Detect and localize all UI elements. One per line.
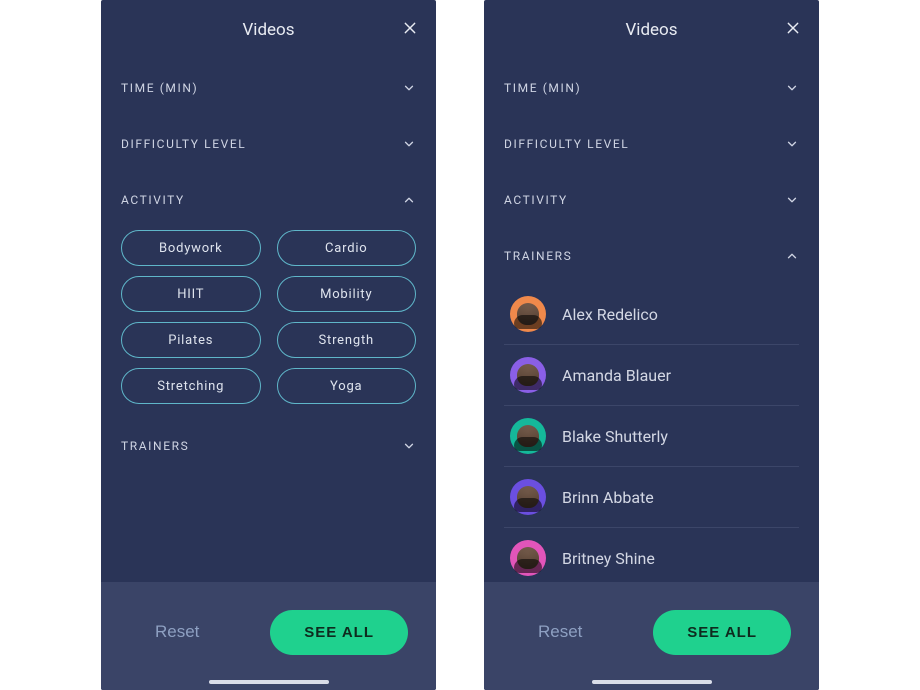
reset-label: Reset <box>538 622 582 641</box>
page-title: Videos <box>625 20 677 40</box>
avatar <box>510 540 546 576</box>
filter-list: TIME (MIN) DIFFICULTY LEVEL ACTIVITY <box>484 60 819 582</box>
chevron-up-icon <box>785 249 799 263</box>
page-title: Videos <box>242 20 294 40</box>
reset-button[interactable]: Reset <box>512 610 608 654</box>
chevron-down-icon <box>402 137 416 151</box>
chip-label: Yoga <box>330 379 362 394</box>
filter-section-time: TIME (MIN) <box>504 60 799 116</box>
chevron-down-icon <box>402 81 416 95</box>
header: Videos <box>484 0 819 60</box>
filter-section-activity: ACTIVITY <box>504 172 799 228</box>
chevron-down-icon <box>785 81 799 95</box>
filter-section-time: TIME (MIN) <box>121 60 416 116</box>
trainer-list: Alex Redelico Amanda Blauer Blake Shutte… <box>504 284 799 582</box>
activity-chip-cardio[interactable]: Cardio <box>277 230 417 266</box>
filter-toggle-time[interactable]: TIME (MIN) <box>504 60 799 116</box>
filter-section-difficulty: DIFFICULTY LEVEL <box>504 116 799 172</box>
filter-toggle-difficulty[interactable]: DIFFICULTY LEVEL <box>121 116 416 172</box>
filter-label: ACTIVITY <box>504 193 568 207</box>
filter-toggle-difficulty[interactable]: DIFFICULTY LEVEL <box>504 116 799 172</box>
chevron-down-icon <box>785 193 799 207</box>
filter-label: TRAINERS <box>121 439 189 453</box>
activity-chip-pilates[interactable]: Pilates <box>121 322 261 358</box>
trainer-item[interactable]: Brinn Abbate <box>504 467 799 528</box>
home-indicator <box>209 680 329 684</box>
reset-button[interactable]: Reset <box>129 610 225 654</box>
filter-toggle-activity[interactable]: ACTIVITY <box>504 172 799 228</box>
activity-chip-stretching[interactable]: Stretching <box>121 368 261 404</box>
filter-panel-activity-expanded: Videos TIME (MIN) <box>101 0 436 690</box>
trainer-name: Britney Shine <box>562 549 655 568</box>
header: Videos <box>101 0 436 60</box>
chip-label: Pilates <box>168 333 213 348</box>
activity-chip-yoga[interactable]: Yoga <box>277 368 417 404</box>
trainer-name: Alex Redelico <box>562 305 658 324</box>
see-all-button[interactable]: SEE ALL <box>653 610 791 655</box>
avatar <box>510 418 546 454</box>
filter-section-activity: ACTIVITY Bodywork Cardio HIIT Mobility P… <box>121 172 416 418</box>
filter-toggle-time[interactable]: TIME (MIN) <box>121 60 416 116</box>
filter-label: TRAINERS <box>504 249 572 263</box>
trainer-item[interactable]: Alex Redelico <box>504 284 799 345</box>
activity-chip-mobility[interactable]: Mobility <box>277 276 417 312</box>
home-indicator <box>592 680 712 684</box>
filter-list: TIME (MIN) DIFFICULTY LEVEL ACTIVITY <box>101 60 436 582</box>
filter-label: TIME (MIN) <box>504 81 581 95</box>
filter-panel-trainers-expanded: Videos TIME (MIN) <box>484 0 819 690</box>
chip-label: Bodywork <box>159 241 223 256</box>
see-all-label: SEE ALL <box>687 624 757 641</box>
close-icon <box>785 20 801 40</box>
activity-chip-strength[interactable]: Strength <box>277 322 417 358</box>
activity-chip-bodywork[interactable]: Bodywork <box>121 230 261 266</box>
filter-label: TIME (MIN) <box>121 81 198 95</box>
filter-toggle-trainers[interactable]: TRAINERS <box>121 418 416 474</box>
avatar <box>510 296 546 332</box>
chevron-up-icon <box>402 193 416 207</box>
chevron-down-icon <box>402 439 416 453</box>
trainer-item[interactable]: Amanda Blauer <box>504 345 799 406</box>
filter-label: DIFFICULTY LEVEL <box>121 137 246 151</box>
close-icon <box>402 20 418 40</box>
chip-label: Stretching <box>157 379 224 394</box>
trainer-item[interactable]: Blake Shutterly <box>504 406 799 467</box>
see-all-label: SEE ALL <box>304 624 374 641</box>
activity-chip-grid: Bodywork Cardio HIIT Mobility Pilates St… <box>121 228 416 418</box>
filter-toggle-trainers[interactable]: TRAINERS <box>504 228 799 284</box>
footer: Reset SEE ALL <box>101 582 436 690</box>
activity-chip-hiit[interactable]: HIIT <box>121 276 261 312</box>
trainer-name: Brinn Abbate <box>562 488 654 507</box>
filter-label: DIFFICULTY LEVEL <box>504 137 629 151</box>
chip-label: Mobility <box>320 287 372 302</box>
filter-label: ACTIVITY <box>121 193 185 207</box>
chip-label: Cardio <box>325 241 368 256</box>
close-button[interactable] <box>400 20 420 40</box>
filter-section-trainers: TRAINERS Alex Redelico Amanda Blauer <box>504 228 799 582</box>
chevron-down-icon <box>785 137 799 151</box>
see-all-button[interactable]: SEE ALL <box>270 610 408 655</box>
filter-section-trainers: TRAINERS <box>121 418 416 474</box>
avatar <box>510 357 546 393</box>
trainer-name: Blake Shutterly <box>562 427 668 446</box>
avatar <box>510 479 546 515</box>
trainer-name: Amanda Blauer <box>562 366 671 385</box>
footer: Reset SEE ALL <box>484 582 819 690</box>
trainer-item[interactable]: Britney Shine <box>504 528 799 582</box>
chip-label: HIIT <box>177 287 204 302</box>
filter-toggle-activity[interactable]: ACTIVITY <box>121 172 416 228</box>
close-button[interactable] <box>783 20 803 40</box>
filter-section-difficulty: DIFFICULTY LEVEL <box>121 116 416 172</box>
reset-label: Reset <box>155 622 199 641</box>
chip-label: Strength <box>319 333 374 348</box>
